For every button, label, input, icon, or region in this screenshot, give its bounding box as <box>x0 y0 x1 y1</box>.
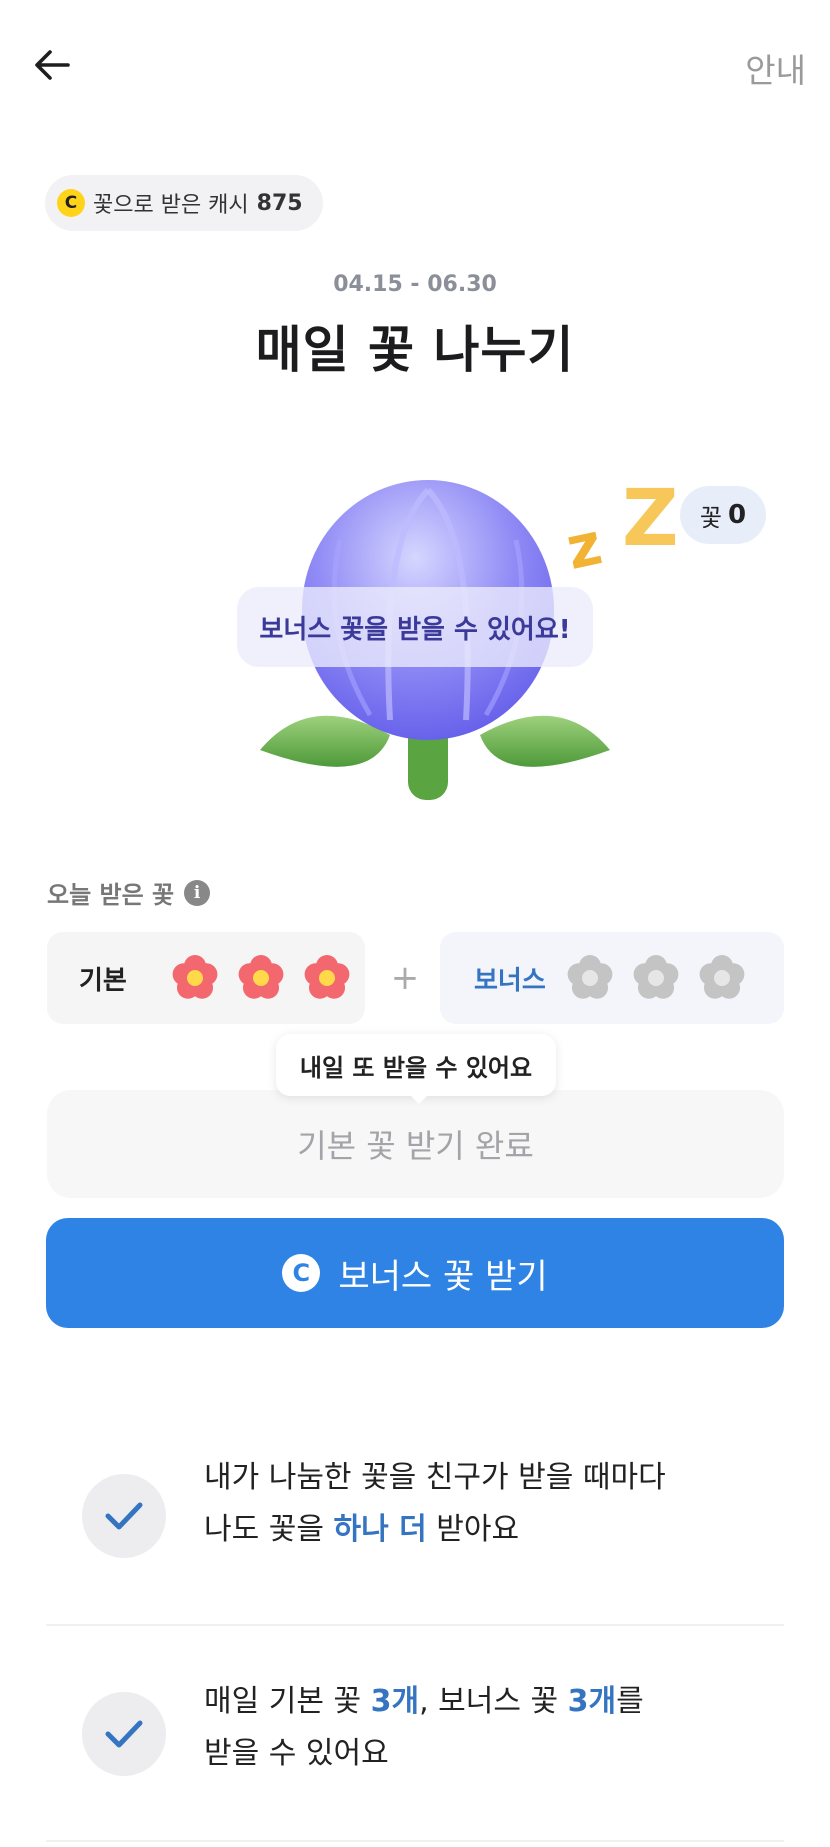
right-leaf <box>480 715 610 767</box>
benefit-highlight: 3개 <box>567 1684 617 1719</box>
flower-filled-icon <box>238 955 284 999</box>
back-arrow-icon[interactable] <box>30 40 80 90</box>
basic-label: 기본 <box>79 965 127 996</box>
guide-link[interactable]: 안내 <box>745 44 806 92</box>
benefit-line: 매일 기본 꽃 3개, 보너스 꽃 3개를 <box>204 1676 644 1728</box>
flower-filled-icon <box>304 955 350 999</box>
bonus-flowers <box>564 952 748 1004</box>
basic-flowers-box: 기본 <box>47 932 365 1024</box>
bonus-label: 보너스 <box>474 965 546 996</box>
benefit-text-part: 를 <box>616 1684 644 1719</box>
benefit-text-part: 매일 기본 꽃 <box>204 1684 371 1719</box>
check-icon <box>82 1474 166 1558</box>
benefit-item: 매일 기본 꽃 3개, 보너스 꽃 3개를 받을 수 있어요 <box>46 1676 784 1836</box>
benefit-line: 내가 나눔한 꽃을 친구가 받을 때마다 <box>204 1460 666 1495</box>
flower-count-value: 0 <box>728 500 747 530</box>
flower-empty-icon <box>633 955 679 999</box>
cash-chip: C 꽃으로 받은 캐시 875 <box>45 175 323 231</box>
svg-text:z: z <box>560 509 607 580</box>
check-icon <box>82 1692 166 1776</box>
benefit-line: 나도 꽃을 하나 더 받아요 <box>204 1504 666 1556</box>
bonus-flowers-box: 보너스 <box>440 932 784 1024</box>
divider <box>46 1624 784 1626</box>
plus-sign: + <box>390 958 420 998</box>
benefit-text: 매일 기본 꽃 3개, 보너스 꽃 3개를 받을 수 있어요 <box>204 1676 644 1780</box>
today-flowers-label: 오늘 받은 꽃 i <box>47 875 211 910</box>
basic-flower-done-button: 기본 꽃 받기 완료 <box>47 1090 784 1198</box>
benefit-highlight: 하나 더 <box>333 1512 427 1547</box>
benefit-highlight: 3개 <box>370 1684 420 1719</box>
flower-filled-icon <box>172 955 218 999</box>
event-period: 04.15 - 06.30 <box>333 272 497 297</box>
zz-sleep-icon: z Z <box>560 474 679 580</box>
cta-label: 보너스 꽃 받기 <box>338 1256 548 1297</box>
bonus-message-bubble: 보너스 꽃을 받을 수 있어요! <box>237 587 593 667</box>
flower-empty-icon <box>699 955 745 999</box>
benefit-text-part: , 보너스 꽃 <box>419 1684 568 1719</box>
svg-text:Z: Z <box>622 474 679 564</box>
benefit-text-part: 나도 꽃을 <box>204 1512 334 1547</box>
flower-empty-icon <box>567 955 613 999</box>
page-title: 매일 꽃 나누기 <box>255 321 575 379</box>
cash-label: 꽃으로 받은 캐시 <box>93 193 249 218</box>
flower-count-label: 꽃 <box>699 503 722 532</box>
today-label-text: 오늘 받은 꽃 <box>47 881 175 909</box>
cash-coin-icon: C <box>57 189 85 217</box>
cash-amount: 875 <box>256 190 303 216</box>
tooltip: 내일 또 받을 수 있어요 <box>276 1034 556 1096</box>
basic-flowers <box>169 952 353 1004</box>
get-bonus-flower-button[interactable]: C 보너스 꽃 받기 <box>46 1218 784 1328</box>
divider <box>46 1840 784 1842</box>
benefit-line: 받을 수 있어요 <box>204 1736 389 1771</box>
benefit-text-part: 받아요 <box>426 1512 520 1547</box>
tooltip-tail <box>405 1090 433 1104</box>
benefit-text: 내가 나눔한 꽃을 친구가 받을 때마다 나도 꽃을 하나 더 받아요 <box>204 1452 666 1556</box>
coin-icon: C <box>282 1254 321 1292</box>
flower-count-badge: 꽃 0 <box>680 486 766 544</box>
info-icon[interactable]: i <box>184 879 211 906</box>
benefit-item: 내가 나눔한 꽃을 친구가 받을 때마다 나도 꽃을 하나 더 받아요 <box>46 1452 784 1612</box>
